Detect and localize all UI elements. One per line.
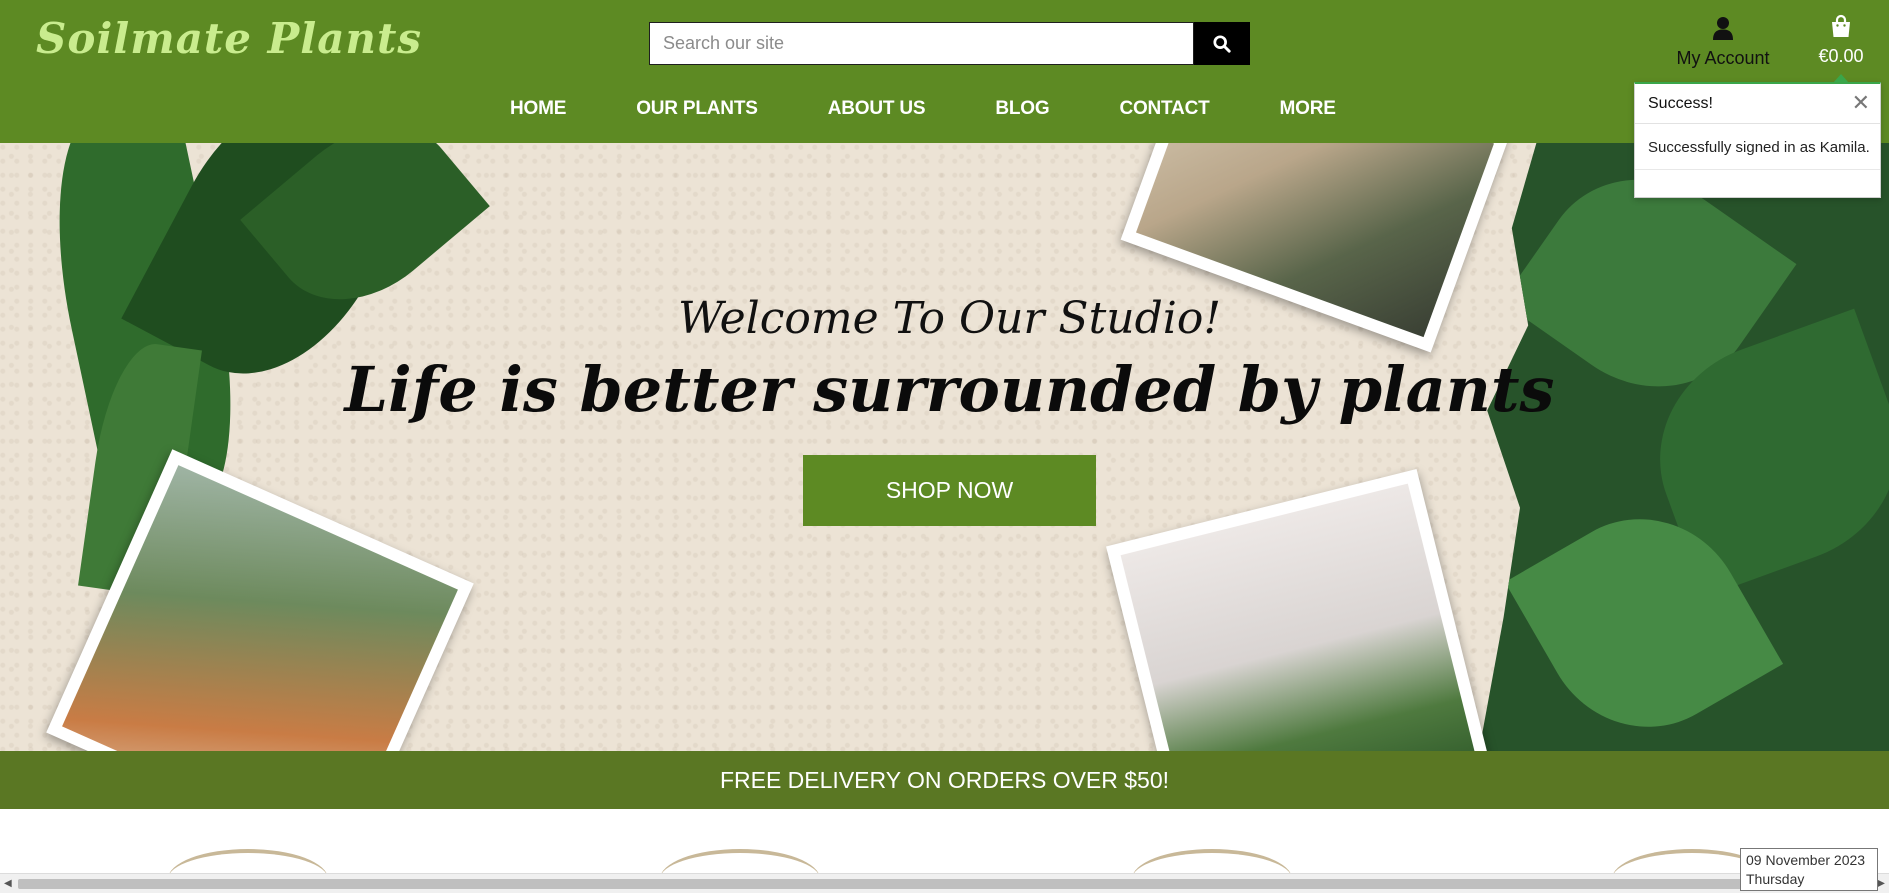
nav-item-home[interactable]: HOME — [510, 98, 566, 124]
delivery-banner-text: FREE DELIVERY ON ORDERS OVER $50! — [719, 766, 1170, 793]
nav-item-more[interactable]: MORE — [1280, 98, 1336, 124]
close-icon[interactable]: ✕ — [1852, 90, 1870, 116]
toast-title: Success! — [1648, 95, 1713, 112]
nav-item-contact[interactable]: CONTACT — [1119, 98, 1209, 124]
shopping-bag-icon — [1832, 14, 1850, 37]
search-input[interactable] — [649, 22, 1194, 65]
toast-message: Successfully signed in as Kamila. — [1635, 124, 1880, 170]
nav-item-blog[interactable]: BLOG — [995, 98, 1049, 124]
horizontal-scrollbar[interactable]: ◀ ▶ — [0, 873, 1889, 893]
toast-arrow — [1833, 74, 1849, 83]
main-nav: HOME OUR PLANTS ABOUT US BLOG CONTACT MO… — [510, 98, 1336, 124]
scroll-right-arrow-icon[interactable]: ▶ — [1877, 878, 1885, 889]
tooltip-date: 09 November 2023 — [1746, 852, 1866, 868]
search-form — [649, 22, 1250, 65]
delivery-banner: FREE DELIVERY ON ORDERS OVER $50! — [0, 751, 1889, 809]
my-account-label: My Account — [1676, 48, 1770, 68]
my-account-link[interactable]: My Account — [1668, 16, 1778, 69]
search-icon — [1213, 34, 1231, 53]
tooltip-day: Thursday — [1746, 871, 1805, 887]
site-logo[interactable]: Soilmate Plants — [36, 14, 422, 63]
nav-item-about-us[interactable]: ABOUT US — [828, 98, 926, 124]
hero-section: Welcome To Our Studio! Life is better su… — [0, 143, 1889, 751]
page-root: Soilmate Plants My Account — [0, 0, 1889, 893]
search-button[interactable] — [1194, 22, 1250, 65]
scrollbar-thumb[interactable] — [18, 879, 1758, 889]
nav-item-our-plants[interactable]: OUR PLANTS — [636, 98, 758, 124]
date-tooltip: 09 November 2023 Thursday — [1740, 848, 1878, 891]
success-toast: Success! ✕ Successfully signed in as Kam… — [1634, 82, 1881, 198]
bag-total: €0.00 — [1818, 46, 1864, 66]
user-icon — [1713, 17, 1733, 40]
site-header: Soilmate Plants My Account — [0, 0, 1889, 143]
shopping-bag-link[interactable]: €0.00 — [1810, 14, 1872, 67]
leaves-background — [1479, 143, 1889, 751]
hero-title: Life is better surrounded by plants — [344, 353, 1555, 426]
below-fold-section — [0, 809, 1889, 873]
shop-now-button[interactable]: SHOP NOW — [803, 455, 1096, 526]
hero-subtitle: Welcome To Our Studio! — [677, 293, 1222, 344]
toast-header: Success! ✕ — [1635, 84, 1880, 124]
scroll-left-arrow-icon[interactable]: ◀ — [4, 878, 12, 889]
